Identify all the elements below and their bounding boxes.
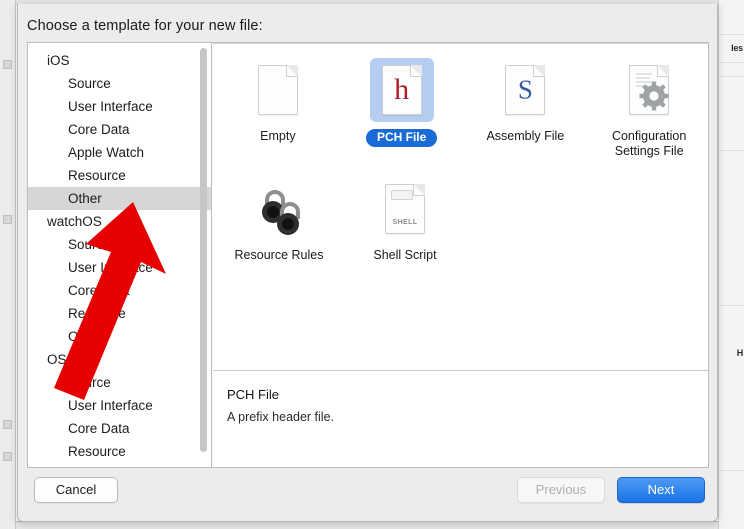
background-divider xyxy=(719,150,744,151)
template-item-empty[interactable]: Empty xyxy=(219,58,337,159)
h-header-document-icon: h xyxy=(369,58,434,122)
platform-category-sidebar[interactable]: iOS Source User Interface Core Data Apple Wa… xyxy=(28,43,212,467)
pch-glyph: h xyxy=(394,73,410,106)
sidebar-item-source[interactable]: Source xyxy=(28,72,211,95)
background-divider xyxy=(719,62,744,63)
page-title: Choose a template for your new file: xyxy=(27,18,263,34)
blank-document-icon xyxy=(246,58,310,122)
background-right-panel: les H xyxy=(718,0,744,529)
template-item-resource-rules[interactable]: Resource Rules xyxy=(219,177,339,263)
sidebar-item-source[interactable]: Source xyxy=(28,371,211,394)
background-divider xyxy=(719,76,744,77)
shell-tag-text: SHELL xyxy=(392,219,418,226)
template-description-panel: PCH File A prefix header file. xyxy=(213,371,708,467)
gutter-marker xyxy=(3,215,12,224)
sidebar-scrollbar[interactable] xyxy=(200,48,207,462)
template-label-selected: PCH File xyxy=(365,129,438,147)
sidebar-item-other[interactable]: Other xyxy=(28,325,211,348)
description-title: PCH File xyxy=(227,387,280,402)
sidebar-item-core-data[interactable]: Core Data xyxy=(28,118,211,141)
template-chooser-content: iOS Source User Interface Core Data Apple Wa… xyxy=(27,42,709,468)
screen: les H Choose a template for your new fil… xyxy=(0,0,744,529)
template-label: Configuration Settings File xyxy=(611,129,687,158)
padlocks-icon xyxy=(247,177,311,241)
gear-document-icon xyxy=(617,58,681,122)
background-file-label: les xyxy=(731,43,743,53)
background-divider xyxy=(719,34,744,35)
shell-document-icon: SHELL xyxy=(373,177,437,241)
template-grid-row: Empty h PCH File S Assembly File Configu… xyxy=(213,58,708,159)
sidebar-item-user-interface[interactable]: User Interface xyxy=(28,95,211,118)
template-grid[interactable]: Empty h PCH File S Assembly File Configu… xyxy=(213,44,708,369)
template-grid-row: Resource Rules SHELL Shell Script xyxy=(213,177,708,263)
sidebar-item-other[interactable]: Other xyxy=(28,187,211,210)
sidebar-item-user-interface[interactable]: User Interface xyxy=(28,256,211,279)
s-assembly-document-icon: S xyxy=(493,58,557,122)
sidebar-item-ios[interactable]: iOS xyxy=(28,49,211,72)
sidebar-item-resource[interactable]: Resource xyxy=(28,440,211,463)
template-item-shell-script[interactable]: SHELL Shell Script xyxy=(345,177,465,263)
sidebar-item-user-interface[interactable]: User Interface xyxy=(28,394,211,417)
cancel-button[interactable]: Cancel xyxy=(34,477,118,503)
template-label: Empty xyxy=(260,129,296,143)
template-label: Assembly File xyxy=(486,129,565,143)
background-file-label-2: H xyxy=(736,348,743,358)
description-body: A prefix header file. xyxy=(227,410,335,424)
template-item-pch-file[interactable]: h PCH File xyxy=(343,58,461,159)
new-file-template-sheet: Choose a template for your new file: iOS… xyxy=(17,4,718,522)
template-area: Empty h PCH File S Assembly File Configu… xyxy=(213,43,708,467)
sidebar-item-apple-watch[interactable]: Apple Watch xyxy=(28,141,211,164)
template-item-configuration-settings-file[interactable]: Configuration Settings File xyxy=(590,58,708,159)
previous-button[interactable]: Previous xyxy=(517,477,605,503)
gutter-marker xyxy=(3,420,12,429)
sidebar-item-watchos[interactable]: watchOS xyxy=(28,210,211,233)
sidebar-item-source[interactable]: Source xyxy=(28,233,211,256)
gutter-marker xyxy=(3,452,12,461)
template-label: Resource Rules xyxy=(234,248,324,262)
sidebar-item-core-data[interactable]: Core Data xyxy=(28,417,211,440)
sidebar-item-resource[interactable]: Resource xyxy=(28,164,211,187)
sidebar-item-core-data[interactable]: Core Data xyxy=(28,279,211,302)
background-window-bottom-bar xyxy=(16,521,718,529)
gutter-marker xyxy=(3,60,12,69)
assembly-glyph: S xyxy=(517,74,533,105)
background-divider xyxy=(719,305,744,306)
template-label: Shell Script xyxy=(373,248,437,262)
next-button[interactable]: Next xyxy=(617,477,705,503)
sidebar-scrollbar-thumb[interactable] xyxy=(200,48,207,452)
template-item-assembly-file[interactable]: S Assembly File xyxy=(467,58,585,159)
background-left-gutter xyxy=(0,0,16,529)
sidebar-item-resource[interactable]: Resource xyxy=(28,302,211,325)
sidebar-item-os-x[interactable]: OS X xyxy=(28,348,211,371)
background-divider xyxy=(719,470,744,471)
